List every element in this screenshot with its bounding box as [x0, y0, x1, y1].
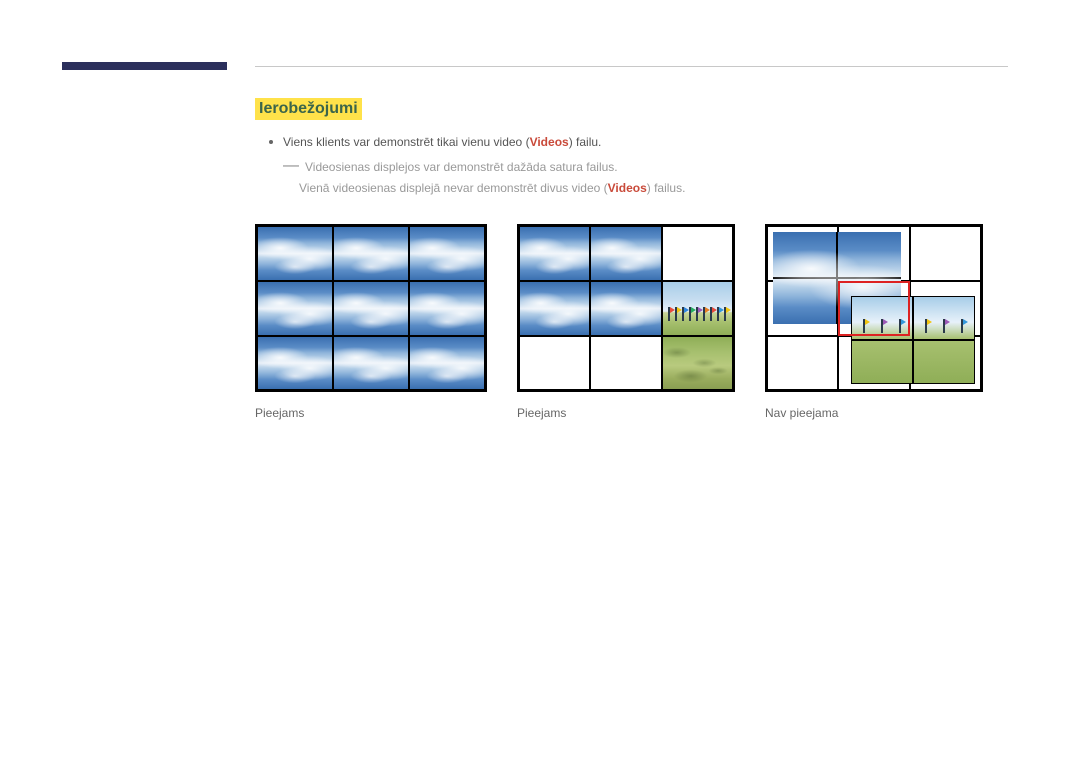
grid-cell [257, 336, 333, 391]
grid-cell [519, 226, 590, 281]
bullet-highlight: Videos [530, 135, 569, 149]
videowall-grid-1 [255, 224, 487, 392]
dash-icon: ― [283, 158, 299, 174]
figure-1: Pieejams [255, 224, 487, 420]
grid-cell [662, 226, 733, 281]
video-overlay-field [851, 296, 975, 384]
sub2-prefix: Vienā videosienas displejā nevar demonst… [299, 181, 608, 195]
sub2-highlight: Videos [608, 181, 647, 195]
bullet-dot-icon [269, 140, 273, 144]
grid-cell [590, 226, 661, 281]
grid-cell [590, 281, 661, 336]
grid-cell [257, 281, 333, 336]
figure-3-caption: Nav pieejama [765, 406, 983, 420]
grid-cell [767, 336, 838, 391]
figures-row: Pieejams Piee [255, 224, 1008, 420]
grid-cell [333, 226, 409, 281]
figure-3: Nav pieejama [765, 224, 983, 420]
overlay-cell [851, 340, 913, 384]
videowall-grid-3 [765, 224, 983, 392]
flags-decoration [852, 321, 912, 333]
bullet-item: Viens klients var demonstrēt tikai vienu… [269, 134, 1008, 151]
grid-cell [519, 281, 590, 336]
overlay-cell [913, 340, 975, 384]
figure-2-caption: Pieejams [517, 406, 735, 420]
sub-bullet-1-text: Videosienas displejos var demonstrēt daž… [305, 159, 618, 176]
sub-bullet-2: Vienā videosienas displejā nevar demonst… [299, 180, 1008, 197]
bullet-text-prefix: Viens klients var demonstrēt tikai vienu… [283, 135, 530, 149]
flags-decoration [914, 321, 974, 333]
grid-cell [333, 281, 409, 336]
overlay-cell [851, 296, 913, 340]
grid-cell [409, 281, 485, 336]
figure-1-caption: Pieejams [255, 406, 487, 420]
grid-cell [662, 281, 733, 336]
videowall-grid-2 [517, 224, 735, 392]
grid-cell [333, 336, 409, 391]
figure-2: Pieejams [517, 224, 735, 420]
sub2-suffix: ) failus. [647, 181, 686, 195]
section-heading: Ierobežojumi [255, 98, 362, 120]
grid-cell [662, 336, 733, 391]
grid-cell [910, 226, 981, 281]
grid-cell [257, 226, 333, 281]
bullet-text-suffix: ) failu. [569, 135, 602, 149]
grid-cell [409, 226, 485, 281]
sub-bullet-1: ― Videosienas displejos var demonstrēt d… [283, 159, 1008, 176]
grid-cell [590, 336, 661, 391]
grid-cell [519, 336, 590, 391]
flags-decoration [663, 303, 732, 321]
bullet-text: Viens klients var demonstrēt tikai vienu… [283, 134, 601, 151]
header-accent-bar [62, 62, 227, 70]
grid-cell [409, 336, 485, 391]
header-divider [255, 66, 1008, 67]
page-content: Ierobežojumi Viens klients var demonstrē… [255, 98, 1008, 420]
overlay-cell [913, 296, 975, 340]
